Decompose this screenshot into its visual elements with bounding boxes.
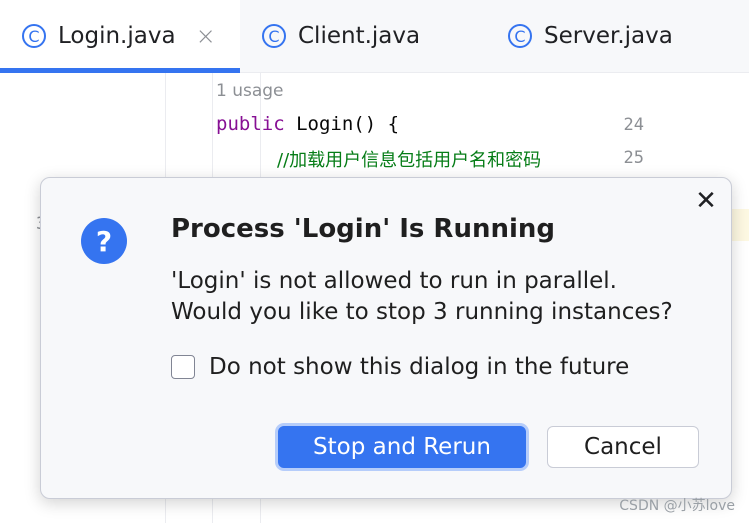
tab-label: Server.java — [544, 23, 673, 49]
line-number: 25 — [623, 148, 644, 168]
dialog-title: Process 'Login' Is Running — [171, 214, 556, 244]
close-icon[interactable]: ✕ — [693, 188, 719, 214]
stop-and-rerun-button[interactable]: Stop and Rerun — [278, 426, 526, 468]
close-tab-icon[interactable]: × — [196, 22, 216, 50]
code-keyword: public — [216, 113, 285, 135]
process-running-dialog: ✕ ? Process 'Login' Is Running 'Login' i… — [40, 177, 732, 499]
tab-label: Client.java — [298, 23, 421, 49]
checkbox-label[interactable]: Do not show this dialog in the future — [209, 354, 629, 380]
tab-server-java[interactable]: C Server.java — [508, 0, 673, 72]
dialog-message-line: Would you like to stop 3 running instanc… — [171, 299, 673, 325]
editor-tab-bar: C Login.java × C Client.java C Server.ja… — [0, 0, 749, 73]
tab-client-java[interactable]: C Client.java — [262, 0, 420, 72]
dialog-message: 'Login' is not allowed to run in paralle… — [171, 266, 673, 328]
java-class-icon: C — [262, 24, 286, 48]
cancel-button[interactable]: Cancel — [547, 426, 699, 468]
tab-login-java[interactable]: C Login.java × — [0, 0, 240, 73]
java-class-icon: C — [508, 24, 532, 48]
dialog-message-line: 'Login' is not allowed to run in paralle… — [171, 268, 617, 294]
do-not-show-option[interactable]: Do not show this dialog in the future — [171, 354, 629, 380]
code-line: public Login() { — [216, 113, 399, 135]
watermark: CSDN @小苏love — [619, 498, 735, 514]
java-class-icon: C — [22, 24, 46, 48]
tab-label: Login.java — [58, 23, 176, 49]
code-text: Login() { — [284, 113, 400, 135]
line-number: 24 — [623, 115, 644, 135]
do-not-show-checkbox[interactable] — [171, 355, 195, 379]
question-icon: ? — [81, 218, 127, 264]
code-comment: //加载用户信息包括用户名和密码 — [277, 150, 542, 171]
usage-hint[interactable]: 1 usage — [216, 81, 284, 101]
